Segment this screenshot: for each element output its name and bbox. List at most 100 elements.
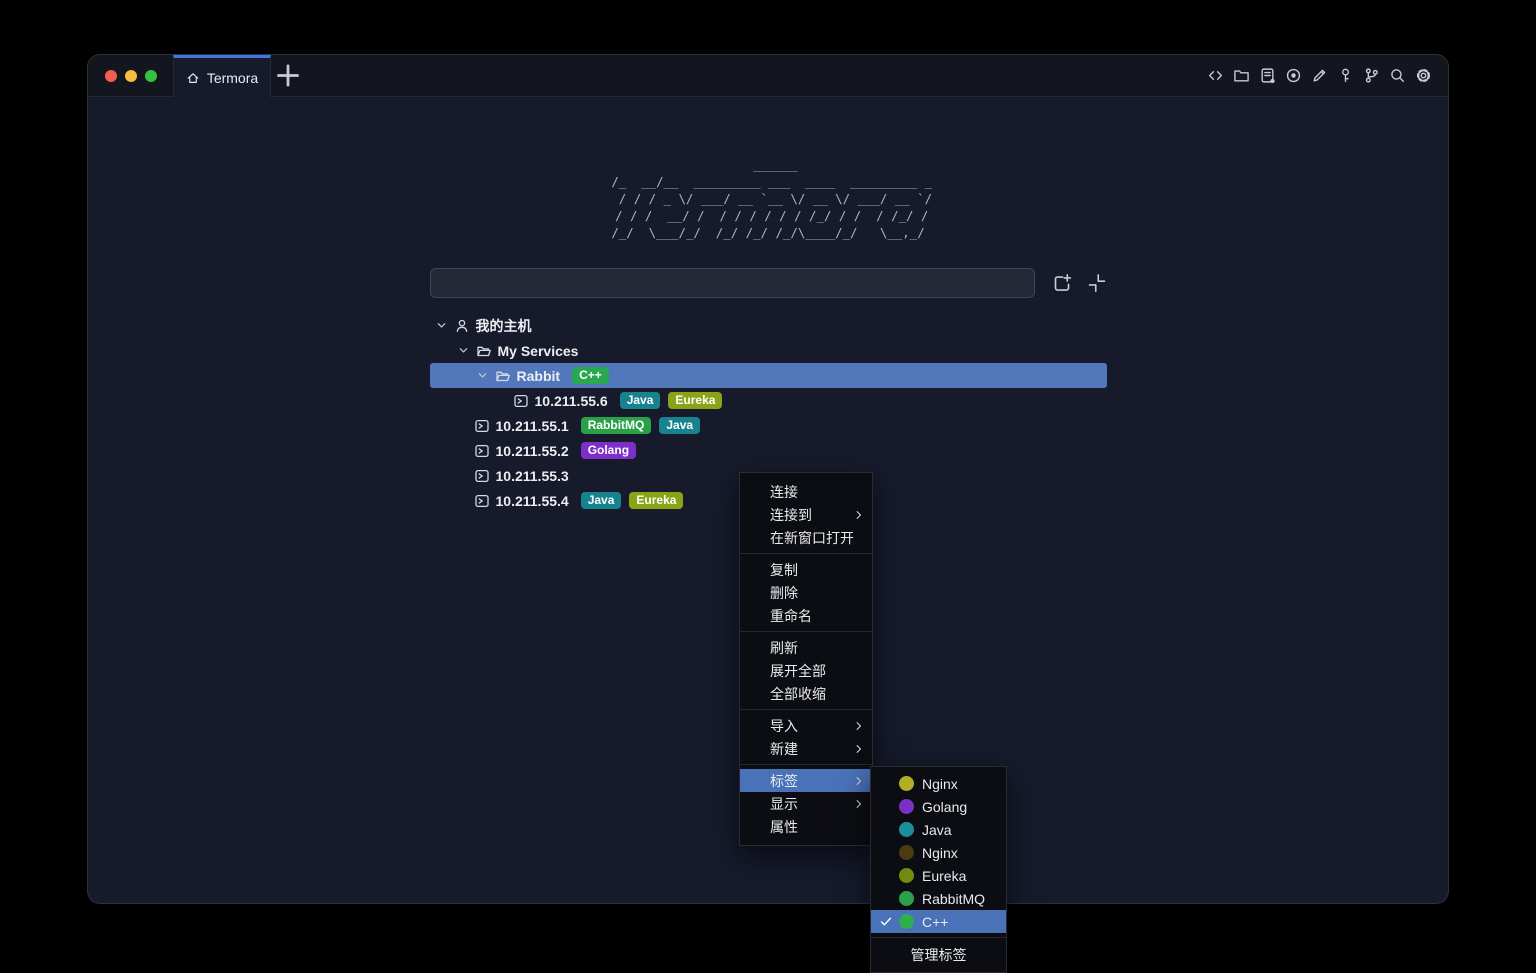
menu-item-label: 重命名	[770, 606, 812, 626]
ascii-logo: ______ /_ __/__ _________ ___ ____ _____…	[430, 156, 1107, 241]
maximize-button[interactable]	[145, 70, 157, 82]
folder-icon[interactable]	[1233, 67, 1250, 84]
user-icon	[454, 318, 470, 334]
tag-menu-item[interactable]: RabbitMQ	[871, 887, 1006, 910]
tag-menu-item[interactable]: Java	[871, 818, 1006, 841]
search-icon[interactable]	[1389, 67, 1406, 84]
tree-row[interactable]: RabbitC++	[430, 363, 1107, 388]
new-tab-button[interactable]	[271, 55, 305, 96]
tag-label: Eureka	[922, 868, 966, 884]
search-row	[430, 268, 1107, 298]
context-menu-item[interactable]: 重命名	[740, 604, 872, 627]
record-icon[interactable]	[1285, 67, 1302, 84]
minimize-button[interactable]	[125, 70, 137, 82]
submenu-arrow-icon	[853, 720, 865, 732]
submenu-arrow-icon	[853, 798, 865, 810]
tag-menu-item[interactable]: C++	[871, 910, 1006, 933]
context-menu-item[interactable]: 属性	[740, 815, 872, 838]
chevron-down-icon[interactable]	[457, 344, 470, 357]
main-content: ______ /_ __/__ _________ ___ ____ _____…	[88, 156, 1448, 962]
close-button[interactable]	[105, 70, 117, 82]
submenu-arrow-icon	[853, 743, 865, 755]
terminal-icon	[474, 493, 490, 509]
menu-separator	[871, 937, 1006, 938]
search-side-actions	[1052, 273, 1107, 293]
check-icon	[879, 915, 893, 928]
git-branch-icon[interactable]	[1363, 67, 1380, 84]
context-menu-item[interactable]: 连接到	[740, 503, 872, 526]
tree-row[interactable]: 10.211.55.2 Golang	[430, 438, 1107, 463]
tag-menu-item[interactable]: Nginx	[871, 772, 1006, 795]
menu-item-label: 连接到	[770, 505, 812, 525]
context-menu-item[interactable]: 刷新	[740, 636, 872, 659]
tab-termora[interactable]: Termora	[173, 55, 271, 97]
context-menu-item[interactable]: 全部收缩	[740, 682, 872, 705]
context-menu-item[interactable]: 标签	[740, 769, 872, 792]
tree-row[interactable]: My Services	[430, 338, 1107, 363]
check-placeholder	[879, 892, 893, 905]
tag-badge: C++	[572, 367, 609, 384]
chevron-down-icon[interactable]	[476, 369, 489, 382]
edit-icon[interactable]	[1311, 67, 1328, 84]
menu-item-label: 新建	[770, 739, 798, 759]
menu-item-label: 全部收缩	[770, 684, 826, 704]
tab-label: Termora	[207, 70, 258, 86]
titlebar-actions	[1207, 55, 1448, 96]
host-search-input[interactable]	[430, 268, 1035, 298]
check-placeholder	[879, 846, 893, 859]
menu-item-label: 显示	[770, 794, 798, 814]
tree-row-label: 10.211.55.4	[496, 493, 569, 509]
add-host-icon[interactable]	[1052, 273, 1072, 293]
tag-color-dot	[899, 845, 914, 860]
context-menu: 连接连接到在新窗口打开复制删除重命名刷新展开全部全部收缩导入新建标签显示属性	[739, 472, 873, 846]
collapse-all-icon[interactable]	[1087, 273, 1107, 293]
manage-tags-item[interactable]: 管理标签	[871, 942, 1006, 968]
tag-menu-item[interactable]: Golang	[871, 795, 1006, 818]
traffic-lights	[88, 55, 157, 96]
context-menu-item[interactable]: 新建	[740, 737, 872, 760]
tag-menu-item[interactable]: Nginx	[871, 841, 1006, 864]
context-menu-item[interactable]: 导入	[740, 714, 872, 737]
tree-row[interactable]: 10.211.55.6JavaEureka	[430, 388, 1107, 413]
tag-badge: Java	[581, 492, 622, 509]
app-window: Termora ______ /_ __/__ _________ ___ __…	[88, 55, 1448, 903]
tree-row-label: 10.211.55.6	[535, 393, 608, 409]
tag-label: RabbitMQ	[922, 891, 985, 907]
tag-color-dot	[899, 776, 914, 791]
menu-item-label: 删除	[770, 583, 798, 603]
key-icon[interactable]	[1337, 67, 1354, 84]
chevron-down-icon[interactable]	[435, 319, 448, 332]
menu-separator	[740, 709, 872, 710]
tree-row-label: 10.211.55.2	[496, 443, 569, 459]
tree-row[interactable]: 我的主机	[430, 313, 1107, 338]
tag-badge: Golang	[581, 442, 636, 459]
folder-open-icon	[495, 368, 511, 384]
menu-separator	[740, 631, 872, 632]
menu-item-label: 复制	[770, 560, 798, 580]
context-menu-item[interactable]: 展开全部	[740, 659, 872, 682]
menu-item-label: 标签	[770, 771, 798, 791]
settings-icon[interactable]	[1415, 67, 1432, 84]
context-menu-item[interactable]: 显示	[740, 792, 872, 815]
tag-label: Golang	[922, 799, 967, 815]
tag-menu-item[interactable]: Eureka	[871, 864, 1006, 887]
context-menu-item[interactable]: 复制	[740, 558, 872, 581]
tag-badge: Eureka	[668, 392, 722, 409]
check-placeholder	[879, 823, 893, 836]
code-icon[interactable]	[1207, 67, 1224, 84]
terminal-icon	[474, 468, 490, 484]
check-placeholder	[879, 777, 893, 790]
log-icon[interactable]	[1259, 67, 1276, 84]
menu-item-label: 导入	[770, 716, 798, 736]
tree-row[interactable]: 10.211.55.1RabbitMQJava	[430, 413, 1107, 438]
tag-badge: Eureka	[629, 492, 683, 509]
context-menu-item[interactable]: 删除	[740, 581, 872, 604]
submenu-arrow-icon	[853, 509, 865, 521]
check-placeholder	[879, 869, 893, 882]
context-menu-item[interactable]: 在新窗口打开	[740, 526, 872, 549]
folder-open-icon	[476, 343, 492, 359]
tag-label: Nginx	[922, 845, 958, 861]
context-menu-item[interactable]: 连接	[740, 480, 872, 503]
tag-submenu: Nginx Golang Java Nginx Eureka RabbitMQ C++ 管理标…	[870, 766, 1007, 973]
menu-separator	[740, 764, 872, 765]
